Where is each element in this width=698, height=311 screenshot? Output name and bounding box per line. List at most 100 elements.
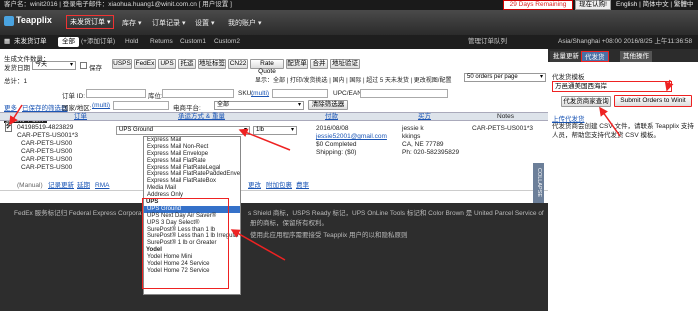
order-note: CAR-PETS-US001*3	[472, 125, 534, 132]
page-footer: FedEx 服务标记归 Federal Express Corporation …	[0, 203, 548, 311]
row-actions: (Manual) 记录更新 延期 RMA 更改 附加包裹 费率	[0, 180, 548, 191]
nav-settings[interactable]: 设置 ▾	[195, 18, 214, 28]
fedex-button[interactable]: FedEx	[134, 59, 156, 69]
tab-batch-update[interactable]: 批量更新	[550, 51, 582, 62]
footer-ups: s Shield 商标，USPS Ready 标记，UPS OnLine Too…	[248, 210, 544, 217]
save-checkbox[interactable]	[80, 62, 87, 69]
warehouse-input[interactable]	[162, 89, 234, 98]
ups-highlight-box	[142, 198, 229, 289]
footer-terms[interactable]: 使用此应用程序需要接受 Teapplix 用户的以和隐私原则	[250, 231, 407, 240]
order-checkbox[interactable]: ✔	[5, 125, 12, 132]
dropdown-option[interactable]: Express Mail Envelope	[144, 151, 240, 158]
account-info-text: 客户名：winit2016 | 登录电子邮件：xiaohua.huang1@wi…	[4, 1, 232, 8]
tab-custom1[interactable]: Custom1	[180, 35, 206, 49]
rates-link[interactable]: 费率	[296, 180, 309, 191]
submit-winit-button[interactable]: Submit Orders to Winit	[614, 95, 692, 107]
buyer-email[interactable]: jessie52001@gmail.com	[316, 133, 387, 140]
cn22-button[interactable]: CN22	[228, 59, 248, 69]
dropdown-option[interactable]: Express Mail FlatRateLegal	[144, 165, 240, 172]
rate-quote-button[interactable]: Rate Quote	[250, 59, 284, 75]
order-sku: CAR-PETS-US00	[21, 148, 73, 155]
usps-button[interactable]: USPS	[112, 59, 132, 69]
country-multi-link[interactable]: (multi)	[92, 102, 110, 109]
account-info-bar: 客户名：winit2016 | 登录电子邮件：xiaohua.huang1@wi…	[0, 0, 698, 18]
nav-inventory[interactable]: 库存 ▾	[122, 18, 141, 28]
order-sku: CAR-PETS-US00	[21, 156, 73, 163]
template-label: 代发货模板	[552, 74, 585, 81]
tab-custom2[interactable]: Custom2	[214, 35, 240, 49]
ship-date-label: 发货日期	[4, 65, 30, 72]
order-sku: CAR-PETS-US00	[21, 140, 73, 147]
order-id[interactable]: 04198519-4823829	[17, 124, 73, 131]
collapse-panel-button[interactable]: COLLAPSE	[533, 163, 544, 203]
weight-select[interactable]: 1lb	[253, 126, 297, 135]
col-buyer[interactable]: 买方	[418, 113, 431, 121]
dropdown-option[interactable]: Express Mail FlatRate	[144, 158, 240, 165]
shipping-cost: Shipping: ($0)	[316, 149, 357, 156]
rma-link[interactable]: RMA	[95, 180, 109, 191]
sku-input[interactable]	[272, 89, 328, 98]
tab-returns[interactable]: Returns	[150, 35, 173, 49]
saved-filters-link[interactable]: 已保存的筛选器	[22, 102, 68, 112]
country-input[interactable]	[113, 101, 169, 110]
teapplix-logo[interactable]: Teapplix	[4, 15, 52, 26]
payment-status: $0 Completed	[316, 141, 357, 148]
address-label-button[interactable]: 地址标签	[198, 59, 226, 69]
sku-multi-link[interactable]: (multi)	[251, 90, 269, 97]
footer-rights: 册的商标，保留所有权利。	[250, 220, 328, 227]
tab-dropship[interactable]: 代发货	[581, 51, 609, 62]
buyer-name: jessie k	[402, 125, 424, 132]
nav-my-account[interactable]: 我的账户 ▾	[228, 18, 261, 28]
view-filter-links[interactable]: 显示：全部 | 打印/发货挑选 | 国内 | 国际 | 超过 5 天未发货 | …	[255, 75, 451, 84]
clear-filters-button[interactable]: 清除筛选器	[308, 100, 348, 110]
tab-hold[interactable]: Hold	[125, 35, 138, 49]
buyer-phone: Ph: 020-582395829	[402, 149, 460, 156]
dropdown-option[interactable]: Express Mail FlatRateBox	[144, 178, 240, 185]
tab-all[interactable]: 全部	[58, 37, 79, 47]
shipping-method-select[interactable]: UPS Ground	[116, 126, 250, 135]
total-count: 总计：1	[4, 78, 28, 85]
dropdown-option[interactable]: Express Mail FlatRatePaddedEnvelope	[144, 171, 240, 178]
order-id-input[interactable]	[86, 89, 146, 98]
change-link[interactable]: 更改	[248, 180, 261, 191]
merge-button[interactable]: 合并	[310, 59, 328, 69]
dropship-description: 代发货商会创建 CSV 文件，请联系 Teapplix 支持人员，帮助您支持代发…	[552, 123, 694, 139]
logo-icon	[4, 15, 14, 26]
manage-queue-link[interactable]: 管理订单队列	[468, 35, 507, 49]
add-package-link[interactable]: 附加包裹	[266, 180, 292, 191]
nav-order-history[interactable]: 订单记录 ▾	[152, 18, 185, 28]
dropdown-option[interactable]: Express Mail Non-Rect	[144, 144, 240, 151]
right-panel-tabs: 批量更新 代发货 其他操作	[548, 49, 698, 62]
buy-now-button[interactable]: 现在认购!	[575, 0, 611, 10]
consign-button[interactable]: 托运	[178, 59, 196, 69]
add-order-link[interactable]: (+添加订单)	[81, 35, 115, 49]
dropdown-option[interactable]: Express Mail	[144, 137, 240, 144]
language-links[interactable]: English | 简体中文 | 繁體中文 | 退出	[616, 0, 698, 18]
dropship-query-button[interactable]: 代发货商家查询	[561, 96, 611, 107]
order-date: 2016/08/08	[316, 125, 349, 132]
ship-date-select[interactable]: 今天	[32, 61, 76, 70]
ups-button[interactable]: UPS	[158, 59, 176, 69]
nav-unshipped-orders[interactable]: 未发货订单 ▾	[66, 15, 115, 29]
right-action-panel: 批量更新 代发货 其他操作 代发货模板 万邑通美国西海岸 代发货商家查询 Sub…	[548, 49, 698, 311]
clock-text: Asia/Shanghai +08:00 2016/8/25 上午11:36:5…	[558, 38, 693, 45]
upc-input[interactable]	[360, 89, 448, 98]
col-order[interactable]: 订单	[74, 113, 87, 121]
tab-other-ops[interactable]: 其他操作	[620, 51, 652, 62]
order-queue-tabs: ▦ 未发货订单 全部 (+添加订单) Hold Returns Custom1 …	[0, 35, 698, 49]
col-payment[interactable]: 付款	[325, 113, 338, 121]
platform-select[interactable]: 全部	[214, 101, 304, 110]
order-id-label: 订单 ID:	[62, 93, 86, 100]
picklist-button[interactable]: 配货单	[286, 59, 308, 69]
dropdown-option[interactable]: Media Mail	[144, 185, 240, 192]
template-select[interactable]: 万邑通美国西海岸	[552, 81, 672, 92]
col-notes: Notes	[497, 113, 514, 120]
per-page-select[interactable]: 50 orders per page	[464, 73, 546, 82]
postpone-link[interactable]: 延期	[77, 180, 90, 191]
order-sku: CAR-PETS-US001*3	[17, 132, 79, 139]
history-link[interactable]: 记录更新	[48, 180, 74, 191]
warehouse-label: 库位:	[148, 93, 163, 100]
more-link[interactable]: 更多	[4, 102, 17, 112]
col-shipping[interactable]: 承运方式 & 重量	[178, 113, 225, 121]
address-verify-button[interactable]: 地址验证	[330, 59, 360, 69]
